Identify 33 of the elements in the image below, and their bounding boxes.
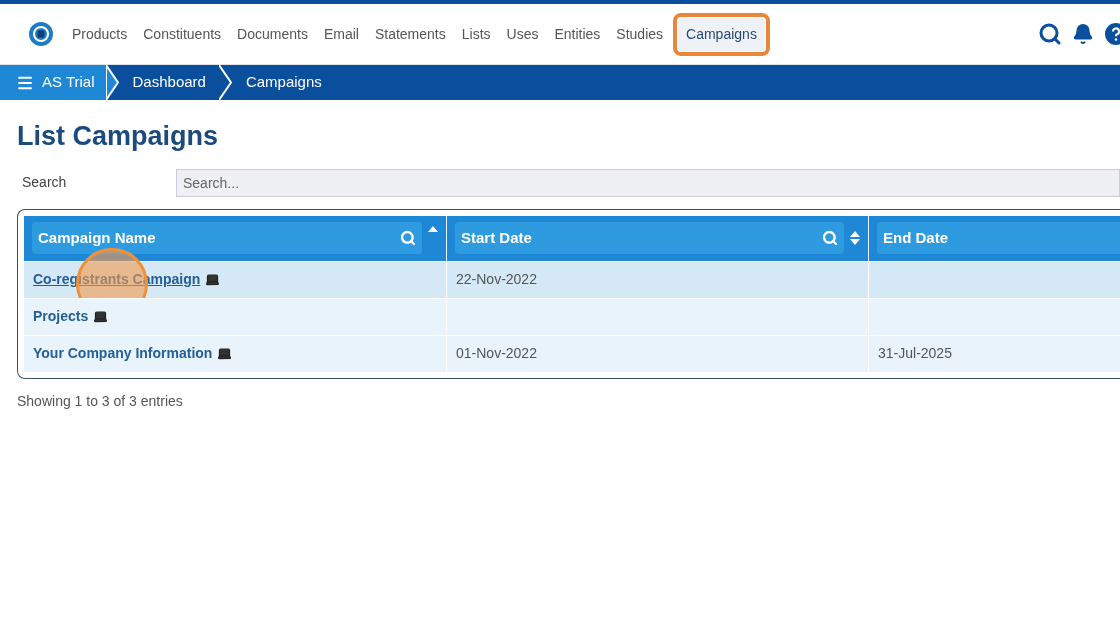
search-field[interactable]: Search...: [176, 168, 1120, 197]
column-title: Campaign Name: [38, 227, 157, 248]
nav-link[interactable]: Studies: [608, 17, 672, 51]
campaign-link[interactable]: Projects: [33, 306, 89, 327]
nav-link[interactable]: Campaigns: [678, 17, 765, 51]
start-date: 01-Nov-2022: [456, 344, 537, 363]
column-title: Start Date: [461, 227, 533, 248]
campaign-link[interactable]: Your Company Information: [33, 343, 213, 364]
nav-link[interactable]: Uses: [498, 17, 547, 51]
sort-icon[interactable]: [850, 231, 860, 245]
page-title: List Campaigns: [17, 120, 220, 153]
nav-link[interactable]: Products: [64, 17, 136, 51]
bell-icon[interactable]: [1072, 23, 1094, 45]
search-label: Search: [21, 173, 68, 192]
entries-info: Showing 1 to 3 of 3 entries: [17, 391, 184, 411]
nav-link[interactable]: Statements: [366, 17, 454, 51]
laptop-icon: [217, 346, 233, 361]
start-date: 22-Nov-2022: [456, 270, 537, 289]
logo-icon[interactable]: [28, 21, 54, 47]
nav-link[interactable]: Documents: [229, 17, 316, 51]
sort-ascending-icon[interactable]: [428, 225, 438, 232]
breadcrumb-link[interactable]: Dashboard: [132, 71, 206, 94]
nav-link[interactable]: Entities: [546, 17, 609, 51]
nav-link[interactable]: Lists: [453, 17, 499, 51]
laptop-icon: [205, 272, 221, 287]
nav-link[interactable]: Constituents: [135, 17, 230, 51]
breadcrumb-separator-icon: [218, 65, 233, 100]
laptop-icon: [93, 309, 109, 324]
breadcrumb-link[interactable]: Campaigns: [245, 71, 322, 94]
search-icon[interactable]: [1038, 22, 1062, 46]
end-date: 31-Jul-2025: [878, 344, 952, 363]
column-title: End Date: [883, 227, 949, 248]
nav-link[interactable]: Email: [315, 17, 367, 51]
